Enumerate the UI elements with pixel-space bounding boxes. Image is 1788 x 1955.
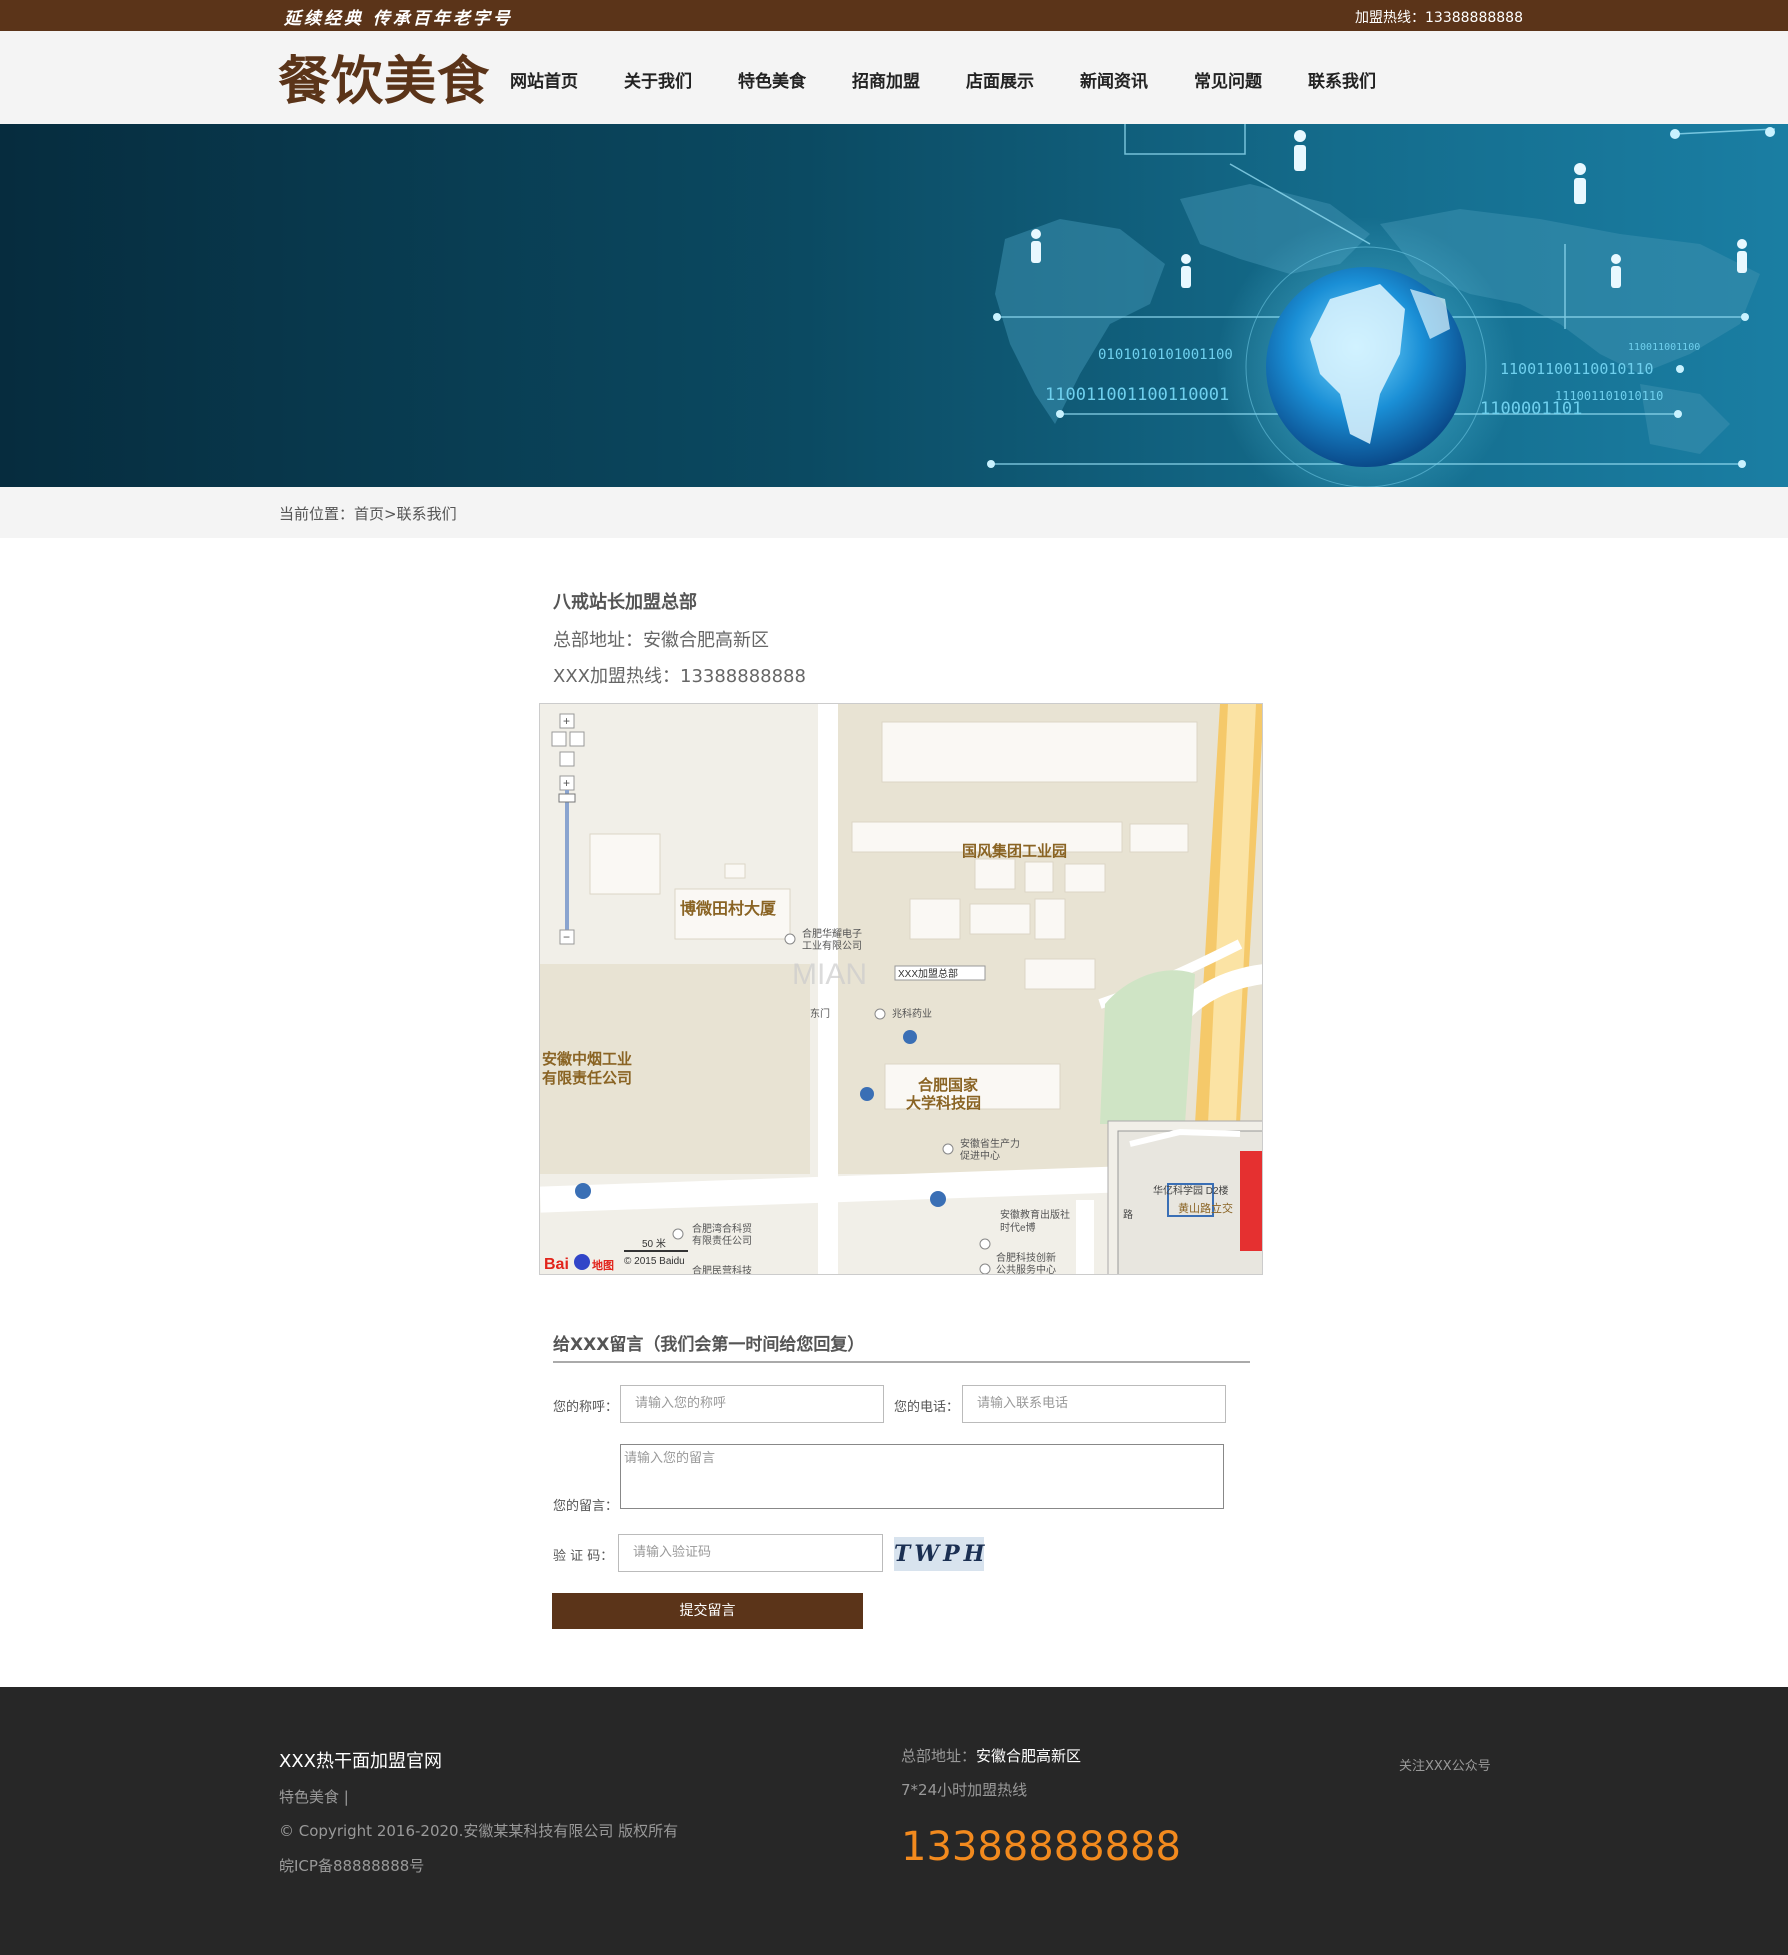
footer-hours: 7*24小时加盟热线 — [901, 1781, 1028, 1799]
nav-specialty[interactable]: 特色美食 — [738, 67, 806, 92]
nav-faq[interactable]: 常见问题 — [1194, 67, 1262, 92]
svg-text:大学科技园: 大学科技园 — [906, 1094, 981, 1112]
svg-text:博微田村大厦: 博微田村大厦 — [680, 899, 777, 918]
svg-text:+: + — [563, 714, 570, 728]
footer: XXX热干面加盟官网 特色美食 | © Copyright 2016-2020.… — [0, 1687, 1788, 1955]
location-map[interactable]: + + − 国风集团工业园 博微田村大厦 安徽中烟工业 有限责任公司 合肥国家 … — [539, 703, 1263, 1275]
breadcrumb-bar: 当前位置：首页>联系我们 — [0, 487, 1788, 538]
captcha-input[interactable]: 请输入验证码 — [618, 1534, 883, 1572]
footer-copyright: © Copyright 2016-2020.安徽某某科技有限公司 版权所有 — [279, 1822, 679, 1840]
banner-graphic: 0101010101001100 110011001100110001 1100… — [987, 124, 1776, 487]
captcha-image[interactable]: TWPH — [894, 1537, 984, 1571]
navbar: 餐饮美食 网站首页 关于我们 特色美食 招商加盟 店面展示 新闻资讯 常见问题 … — [0, 31, 1788, 124]
svg-text:华亿科学园 D2楼: 华亿科学园 D2楼 — [1153, 1184, 1229, 1197]
svg-text:合肥民营科技: 合肥民营科技 — [692, 1264, 752, 1275]
nav-franchise[interactable]: 招商加盟 — [852, 67, 920, 92]
site-logo[interactable]: 餐饮美食 — [278, 39, 490, 114]
svg-text:+: + — [563, 776, 570, 790]
phone-input[interactable]: 请输入联系电话 — [962, 1385, 1226, 1423]
footer-address-value: 安徽合肥高新区 — [976, 1747, 1082, 1765]
svg-text:合肥湾合科贸: 合肥湾合科贸 — [692, 1222, 752, 1235]
svg-text:路: 路 — [1123, 1208, 1133, 1221]
svg-text:公共服务中心: 公共服务中心 — [996, 1263, 1056, 1275]
form-divider — [553, 1361, 1250, 1363]
svg-text:有限责任公司: 有限责任公司 — [542, 1069, 632, 1087]
hero-banner: 0101010101001100 110011001100110001 1100… — [0, 124, 1788, 487]
submit-button[interactable]: 提交留言 — [552, 1593, 863, 1629]
svg-text:地图: 地图 — [592, 1258, 614, 1272]
svg-text:11001100110010110: 11001100110010110 — [1500, 360, 1654, 378]
nav-stores[interactable]: 店面展示 — [966, 67, 1034, 92]
svg-text:工业有限公司: 工业有限公司 — [802, 939, 862, 952]
nav-about[interactable]: 关于我们 — [624, 67, 692, 92]
svg-text:东门: 东门 — [810, 1007, 830, 1020]
svg-text:XXX加盟总部: XXX加盟总部 — [898, 967, 958, 980]
svg-text:安徽中烟工业: 安徽中烟工业 — [542, 1050, 632, 1068]
svg-text:国风集团工业园: 国风集团工业园 — [962, 842, 1067, 860]
svg-text:合肥国家: 合肥国家 — [917, 1076, 978, 1094]
svg-text:时代e博: 时代e博 — [1000, 1221, 1036, 1234]
map-location-marker[interactable]: XXX加盟总部 — [894, 965, 986, 981]
svg-text:安徽教育出版社: 安徽教育出版社 — [1000, 1208, 1070, 1221]
svg-text:安徽省生产力: 安徽省生产力 — [960, 1137, 1020, 1150]
company-address: 总部地址：安徽合肥高新区 — [553, 630, 769, 651]
svg-text:促进中心: 促进中心 — [960, 1149, 1000, 1162]
svg-text:111001101010110: 111001101010110 — [1555, 389, 1663, 403]
svg-text:有限责任公司: 有限责任公司 — [692, 1234, 752, 1247]
svg-text:50 米: 50 米 — [642, 1237, 666, 1250]
svg-text:110011001100: 110011001100 — [1628, 342, 1700, 353]
top-bar: 延续经典 传承百年老字号 加盟热线：13388888888 — [0, 0, 1788, 31]
nav-news[interactable]: 新闻资讯 — [1080, 67, 1148, 92]
slogan: 延续经典 传承百年老字号 — [284, 9, 513, 29]
footer-phone: 13388888888 — [901, 1824, 1181, 1870]
form-title: 给XXX留言（我们会第一时间给您回复） — [553, 1335, 865, 1355]
name-input[interactable]: 请输入您的称呼 — [620, 1385, 884, 1423]
svg-text:合肥科技创新: 合肥科技创新 — [996, 1251, 1056, 1264]
map-overview[interactable]: 华亿科学园 D2楼 黄山路立交 路 — [1107, 1120, 1263, 1275]
svg-text:0101010101001100: 0101010101001100 — [1098, 347, 1233, 363]
breadcrumb[interactable]: 当前位置：首页>联系我们 — [279, 503, 457, 524]
main-nav: 网站首页 关于我们 特色美食 招商加盟 店面展示 新闻资讯 常见问题 联系我们 — [510, 67, 1422, 92]
svg-text:−: − — [563, 930, 570, 944]
company-hotline: XXX加盟热线：13388888888 — [553, 666, 806, 687]
nav-home[interactable]: 网站首页 — [510, 67, 578, 92]
footer-icp[interactable]: 皖ICP备88888888号 — [279, 1855, 424, 1876]
message-textarea[interactable]: 请输入您的留言 — [620, 1444, 1224, 1509]
company-name: 八戒站长加盟总部 — [553, 592, 697, 613]
svg-text:合肥华耀电子: 合肥华耀电子 — [802, 927, 862, 940]
message-label: 您的留言： — [553, 1499, 619, 1514]
footer-address: 总部地址：安徽合肥高新区 — [901, 1745, 1081, 1766]
top-hotline: 加盟热线：13388888888 — [1355, 10, 1523, 26]
svg-text:Bai: Bai — [544, 1256, 569, 1273]
svg-text:110011001100110001: 110011001100110001 — [1045, 385, 1229, 405]
nav-contact[interactable]: 联系我们 — [1308, 67, 1376, 92]
captcha-label: 验 证 码： — [553, 1549, 614, 1564]
footer-link-specialty[interactable]: 特色美食 | — [279, 1786, 349, 1807]
footer-follow-wechat: 关注XXX公众号 — [1399, 1759, 1491, 1774]
footer-address-label: 总部地址： — [901, 1747, 977, 1765]
phone-label: 您的电话： — [894, 1400, 960, 1415]
svg-text:© 2015 Baidu: © 2015 Baidu — [624, 1256, 685, 1267]
svg-text:黄山路立交: 黄山路立交 — [1178, 1201, 1233, 1215]
name-label: 您的称呼： — [553, 1400, 619, 1415]
svg-text:兆科药业: 兆科药业 — [892, 1007, 932, 1020]
footer-site-title: XXX热干面加盟官网 — [279, 1751, 442, 1772]
map-watermark: MIAN — [792, 958, 867, 991]
